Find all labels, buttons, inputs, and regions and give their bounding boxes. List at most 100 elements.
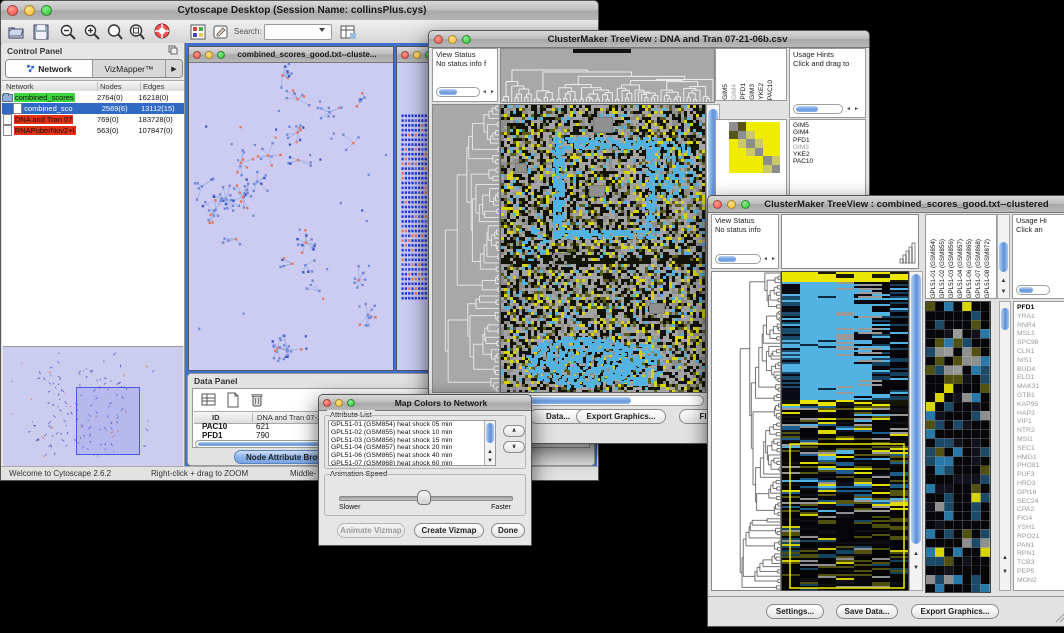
tv2-settings-button[interactable]: Settings... — [766, 604, 824, 619]
gene-label[interactable]: RNR4 — [1014, 322, 1064, 331]
gene-label[interactable]: TCB3 — [1014, 559, 1064, 568]
attribute-list-item[interactable]: GPL51-01 (GSM854) heat shock 05 min — [329, 421, 495, 429]
close-button[interactable] — [323, 399, 331, 407]
scroll-down-arrow[interactable]: ▼ — [1000, 568, 1010, 576]
network-view-titlebar[interactable]: combined_scores_good.txt--cluste... — [189, 47, 393, 63]
zoom-out-icon[interactable] — [59, 23, 77, 41]
tv1-gene-dendrogram[interactable] — [432, 104, 500, 393]
resize-grip[interactable] — [1054, 611, 1064, 623]
search-dropdown-arrow[interactable] — [319, 28, 325, 32]
zoom-button[interactable] — [217, 51, 225, 59]
column-label[interactable]: GPL51-07 (GSM868) — [974, 239, 983, 299]
tv1-status-scrollbar[interactable] — [436, 87, 480, 97]
zoom-button[interactable] — [741, 200, 750, 209]
zoom-fit-icon[interactable] — [106, 23, 124, 41]
col-network[interactable]: Network — [2, 82, 98, 91]
tv2-gene-dendrogram[interactable] — [711, 271, 781, 591]
network-tree-row[interactable]: combined_scores2764(0)16218(0) — [2, 92, 184, 103]
column-label[interactable]: GPL51-02 (GSM855) — [938, 239, 947, 299]
done-button[interactable]: Done — [491, 523, 525, 538]
birdseye-viewport-rect[interactable] — [76, 387, 140, 455]
animate-vizmap-button[interactable]: Animate Vizmap — [337, 523, 405, 538]
gene-label[interactable]: HMG1 — [1014, 454, 1064, 463]
column-label[interactable]: PAC10 — [766, 80, 775, 100]
minimize-button[interactable] — [335, 399, 343, 407]
col-edges[interactable]: Edges — [141, 82, 164, 91]
create-vizmap-button[interactable]: Create Vizmap — [414, 523, 484, 538]
gene-label[interactable]: GTB1 — [1014, 392, 1064, 401]
gene-label[interactable]: PFD1 — [1014, 304, 1064, 313]
gene-label[interactable]: BUD4 — [1014, 366, 1064, 375]
gene-label[interactable]: HRD3 — [1014, 480, 1064, 489]
network-tree-row[interactable]: combined_sco2569(6)13112(15) — [2, 103, 184, 114]
tv2-vscrollbar[interactable]: ▲ ▼ — [909, 271, 923, 591]
save-icon[interactable] — [32, 23, 50, 41]
attribute-list-item[interactable]: GPL51-07 (GSM868) heat shock 60 min — [329, 460, 495, 466]
zoom-button[interactable] — [41, 5, 52, 16]
column-label[interactable]: YKE2 — [757, 83, 766, 100]
tab-vizmapper[interactable]: VizMapper™ — [93, 60, 166, 77]
column-label[interactable]: GPL51-03 (GSM856) — [947, 239, 956, 299]
treeview1-titlebar[interactable]: ClusterMaker TreeView : DNA and Tran 07-… — [429, 31, 869, 48]
gene-label[interactable]: PEP5 — [1014, 568, 1064, 577]
gene-label[interactable]: GIM3 — [790, 144, 865, 151]
tv2-zoom-scrollbar[interactable]: ▲ ▼ — [999, 301, 1011, 591]
column-label[interactable]: GIM4 — [730, 84, 739, 100]
column-label[interactable]: PFD1 — [739, 83, 748, 100]
column-label[interactable]: GPL51-08 (GSM872) — [983, 239, 992, 299]
gene-label[interactable]: SEC1 — [1014, 445, 1064, 454]
gene-label[interactable]: FIG4 — [1014, 515, 1064, 524]
search-input[interactable] — [264, 24, 332, 40]
tv2-labels-scrollbar[interactable]: ▲ ▼ — [997, 214, 1010, 299]
tv1-zoom-matrix[interactable] — [729, 122, 780, 173]
gene-label[interactable]: PAC10 — [790, 158, 865, 165]
gene-label[interactable]: YSH1 — [1014, 524, 1064, 533]
tv2-heatmap[interactable] — [781, 271, 909, 591]
gene-label[interactable]: CLN1 — [1014, 348, 1064, 357]
zoom-in-icon[interactable] — [83, 23, 101, 41]
gene-label[interactable]: PUF3 — [1014, 471, 1064, 480]
gene-label[interactable]: NTR2 — [1014, 427, 1064, 436]
column-label[interactable]: GPL51-01 (GSM854) — [929, 239, 938, 299]
close-button[interactable] — [193, 51, 201, 59]
tab-network[interactable]: Network — [6, 60, 93, 77]
tv1-heatmap[interactable] — [500, 104, 706, 393]
new-attribute-icon[interactable] — [225, 392, 241, 408]
column-label[interactable]: GIM3 — [748, 84, 757, 100]
scroll-down-arrow[interactable]: ▼ — [485, 457, 495, 465]
minimize-button[interactable] — [727, 200, 736, 209]
open-folder-icon[interactable] — [7, 23, 25, 41]
attribute-list-item[interactable]: GPL51-06 (GSM865) heat shock 40 min — [329, 452, 495, 460]
gene-label[interactable]: MSL1 — [1014, 330, 1064, 339]
zoom-button[interactable] — [462, 35, 471, 44]
scroll-right-arrow[interactable]: ► — [490, 87, 495, 97]
help-lifesaver-icon[interactable] — [153, 22, 171, 40]
gene-label[interactable]: PAN1 — [1014, 542, 1064, 551]
network-canvas-2[interactable] — [401, 114, 431, 304]
minimize-button[interactable] — [448, 35, 457, 44]
gene-label[interactable]: PFD1 — [790, 137, 865, 144]
float-panel-icon[interactable] — [168, 45, 178, 55]
minimize-button[interactable] — [413, 51, 421, 59]
tv2-status-scrollbar[interactable] — [715, 254, 761, 264]
tv1-gene-list[interactable]: GIM5GIM4PFD1GIM3YKE2PAC10 — [789, 119, 866, 199]
move-up-button[interactable]: ∧ — [503, 425, 525, 437]
zoom-button[interactable] — [347, 399, 355, 407]
gene-label[interactable]: MON2 — [1014, 577, 1064, 586]
tab-overflow-arrow[interactable]: ▶ — [166, 60, 182, 77]
gene-label[interactable]: RPN1 — [1014, 550, 1064, 559]
tv1-column-labels[interactable]: GIM5GIM4PFD1GIM3YKE2PAC10 — [715, 48, 787, 101]
col-id[interactable]: ID — [194, 413, 253, 422]
close-button[interactable] — [401, 51, 409, 59]
gene-label[interactable]: ELG1 — [1014, 374, 1064, 383]
col-nodes[interactable]: Nodes — [98, 82, 141, 91]
treeview2-titlebar[interactable]: ClusterMaker TreeView : combined_scores_… — [708, 196, 1064, 213]
gene-label[interactable]: MSI1 — [1014, 436, 1064, 445]
annotation-icon[interactable] — [212, 23, 230, 41]
scroll-left-arrow[interactable]: ◄ — [763, 254, 768, 264]
scroll-down-arrow[interactable]: ▼ — [998, 288, 1009, 296]
scroll-up-arrow[interactable]: ▲ — [485, 448, 495, 456]
gene-label[interactable]: NIS1 — [1014, 357, 1064, 366]
scroll-down-arrow[interactable]: ▼ — [910, 564, 922, 572]
zoom-selected-icon[interactable] — [128, 23, 146, 41]
